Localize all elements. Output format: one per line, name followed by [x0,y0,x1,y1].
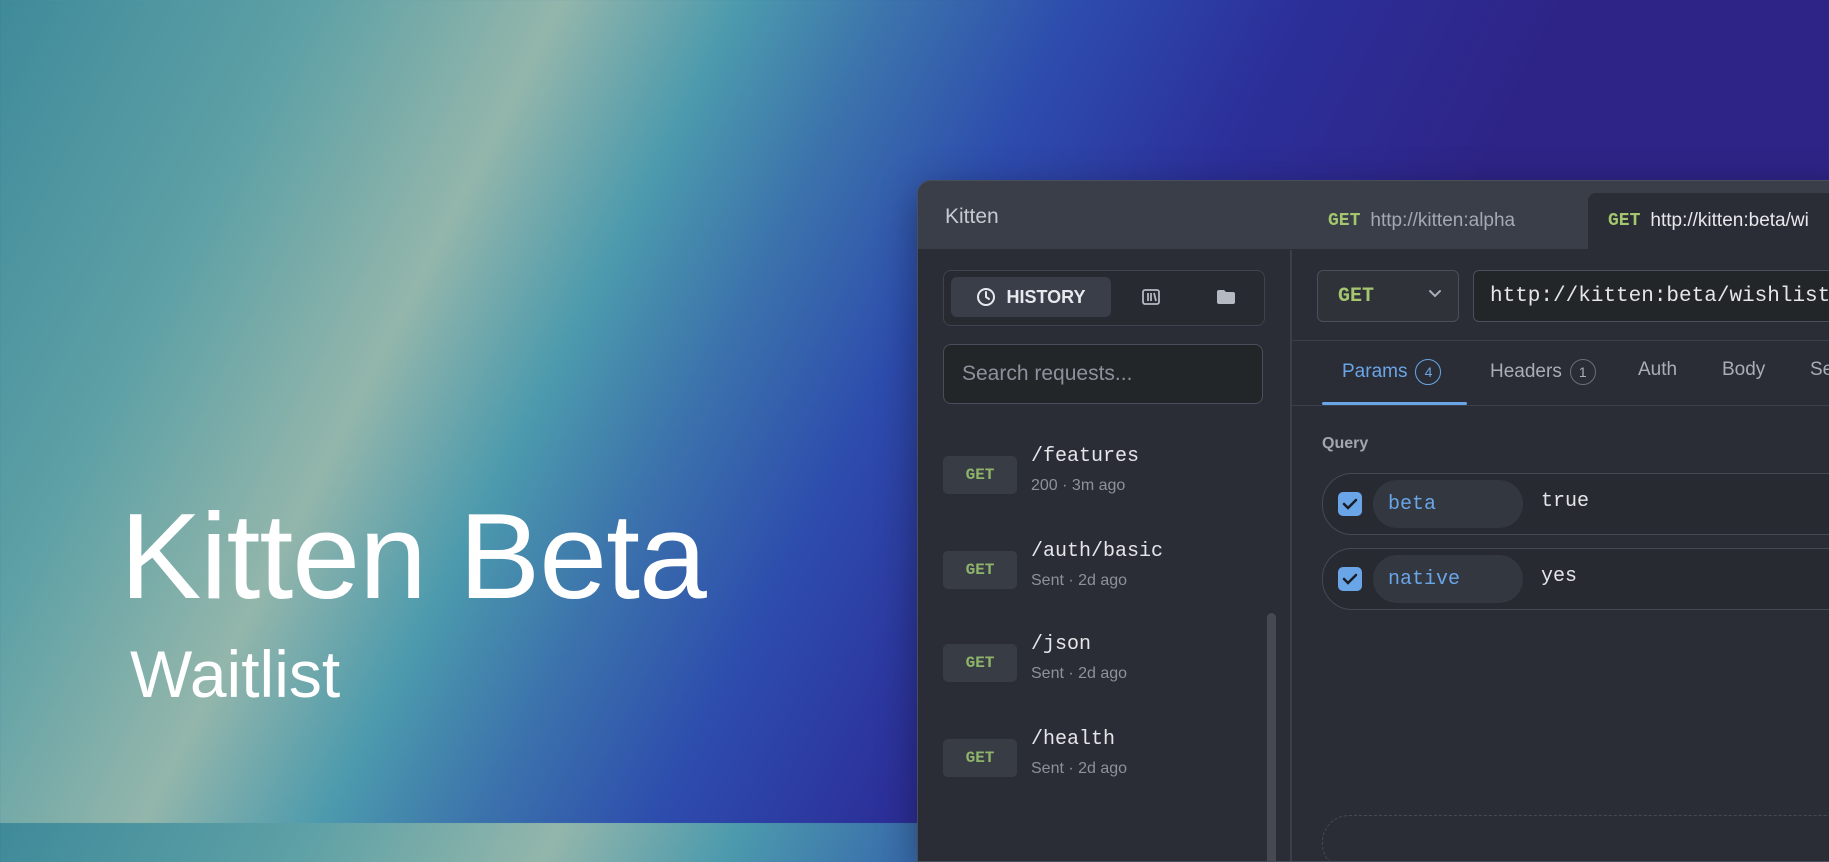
tab-url: http://kitten:alpha [1370,210,1516,231]
history-meta: 200 · 3m ago [1031,477,1126,494]
param-row: native yes [1322,548,1829,610]
request-tab-beta[interactable]: GET http://kitten:beta/wi [1588,193,1829,249]
titlebar: Kitten GET http://kitten:alpha GET http:… [918,181,1829,250]
tab-label: Se [1810,359,1829,380]
request-panel: GET http://kitten:beta/wishlist Params 4… [1292,250,1829,861]
request-tab-alpha[interactable]: GET http://kitten:alpha [1308,193,1515,249]
search-input[interactable] [960,361,1262,387]
tab-url: http://kitten:beta/wi [1650,210,1809,231]
check-icon [1342,573,1358,585]
tab-body[interactable]: Body [1722,359,1765,381]
app-window: Kitten GET http://kitten:alpha GET http:… [917,180,1829,862]
history-scrollbar[interactable] [1267,613,1276,861]
param-value[interactable]: yes [1541,565,1577,588]
param-value[interactable]: true [1541,490,1589,513]
folder-icon [1217,290,1235,304]
param-key[interactable]: native [1373,555,1523,603]
history-item[interactable]: GET /health Sent · 2d ago [943,728,1263,798]
search-requests-field[interactable] [943,344,1263,404]
history-tab-label: HISTORY [1006,286,1086,307]
method-select[interactable]: GET [1317,270,1459,322]
tab-headers[interactable]: Headers 1 [1490,359,1596,385]
param-checkbox[interactable] [1338,492,1362,516]
sidebar: HISTORY GET /features 200 · [918,250,1292,861]
tab-count: 4 [1415,359,1442,385]
method-badge: GET [943,551,1017,589]
method-badge: GET [943,456,1017,494]
folders-tab[interactable] [1191,277,1261,317]
history-meta: Sent · 2d ago [1031,760,1128,777]
check-icon [1342,498,1358,510]
history-meta: Sent · 2d ago [1031,665,1128,682]
param-row: beta true [1322,473,1829,535]
history-item[interactable]: GET /json Sent · 2d ago [943,633,1263,703]
tab-auth[interactable]: Auth [1638,359,1677,381]
tab-method: GET [1328,211,1361,231]
url-input[interactable]: http://kitten:beta/wishlist [1473,270,1829,322]
tab-method: GET [1608,211,1641,231]
chevron-down-icon [1429,290,1441,298]
history-tab[interactable]: HISTORY [951,277,1111,317]
history-path: /json [1031,633,1092,656]
request-tabs: Params 4 Headers 1 Auth Body Se [1292,340,1829,406]
app-name: Kitten [945,205,999,228]
hero-title: Kitten Beta [120,488,707,624]
clock-icon [977,288,996,306]
history-item[interactable]: GET /features 200 · 3m ago [943,445,1263,515]
method-value: GET [1338,284,1375,308]
add-param-row[interactable] [1322,815,1829,861]
param-key[interactable]: beta [1373,480,1523,528]
method-badge: GET [943,739,1017,777]
query-section-label: Query [1322,435,1369,452]
active-tab-indicator [1322,402,1467,405]
tab-label: Body [1722,359,1766,380]
history-meta: Sent · 2d ago [1031,572,1128,589]
collections-tab[interactable] [1116,277,1186,317]
tab-label: Params [1342,361,1408,382]
hero-subtitle: Waitlist [130,637,341,711]
sidebar-segment-control: HISTORY [943,270,1265,326]
tab-label: Headers [1490,361,1562,382]
library-icon [1142,289,1160,305]
tab-settings[interactable]: Se [1810,359,1829,381]
method-badge: GET [943,644,1017,682]
param-checkbox[interactable] [1338,567,1362,591]
history-item[interactable]: GET /auth/basic Sent · 2d ago [943,540,1263,610]
history-path: /health [1031,728,1116,751]
tab-label: Auth [1638,359,1678,380]
history-path: /auth/basic [1031,540,1164,563]
history-path: /features [1031,445,1140,468]
tab-params[interactable]: Params 4 [1342,359,1442,385]
tab-count: 1 [1569,359,1596,385]
